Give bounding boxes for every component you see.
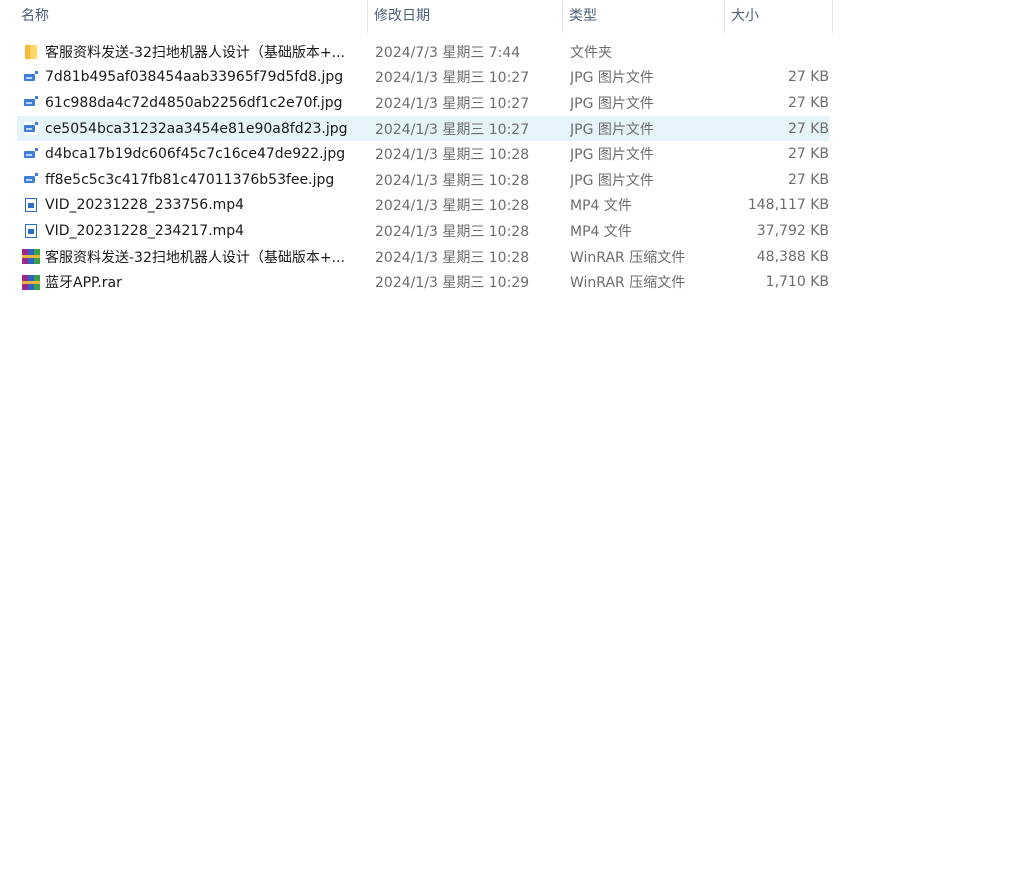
file-type: 文件夹 [570, 44, 612, 61]
file-type: MP4 文件 [570, 223, 632, 240]
file-list: 客服资料发送-32扫地机器人设计（基础版本+... 2024/7/3 星期三 7… [17, 39, 829, 295]
jpg-file-icon [17, 93, 45, 113]
file-type: JPG 图片文件 [570, 172, 654, 189]
file-row[interactable]: VID_20231228_234217.mp4 2024/1/3 星期三 10:… [17, 218, 829, 244]
file-name: ce5054bca31232aa3454e81e90a8fd23.jpg [45, 120, 348, 137]
column-header-type[interactable]: 类型 [563, 0, 725, 33]
file-type: MP4 文件 [570, 198, 632, 215]
column-header-date-label: 修改日期 [374, 8, 430, 24]
file-size: 148,117 KB [747, 197, 829, 214]
rar-file-icon [17, 247, 45, 267]
file-size: 27 KB [787, 171, 829, 188]
file-date: 2024/1/3 星期三 10:28 [375, 198, 530, 215]
column-header-size-label: 大小 [731, 8, 759, 24]
column-header-type-label: 类型 [569, 8, 597, 24]
file-row[interactable]: 61c988da4c72d4850ab2256df1c2e70f.jpg 202… [17, 90, 829, 116]
file-row[interactable]: 7d81b495af038454aab33965f79d5fd8.jpg 202… [17, 65, 829, 91]
jpg-file-icon [17, 144, 45, 164]
file-row[interactable]: VID_20231228_233756.mp4 2024/1/3 星期三 10:… [17, 193, 829, 219]
file-name: 蓝牙APP.rar [45, 275, 122, 292]
file-row[interactable]: ff8e5c5c3c417fb81c47011376b53fee.jpg 202… [17, 167, 829, 193]
sort-arrow-icon: ^ [183, 0, 192, 7]
file-date: 2024/1/3 星期三 10:28 [375, 249, 530, 266]
file-size: 37,792 KB [756, 222, 829, 239]
column-header-size[interactable]: 大小 [725, 0, 833, 33]
file-date: 2024/1/3 星期三 10:27 [375, 95, 530, 112]
file-date: 2024/1/3 星期三 10:28 [375, 147, 530, 164]
file-size: 27 KB [787, 94, 829, 111]
file-type: WinRAR 压缩文件 [570, 249, 686, 266]
column-header-name-label: 名称 [21, 8, 49, 24]
file-name: d4bca17b19dc606f45c7c16ce47de922.jpg [45, 146, 346, 163]
folder-icon [17, 42, 45, 62]
file-date: 2024/1/3 星期三 10:27 [375, 121, 530, 138]
file-name: 客服资料发送-32扫地机器人设计（基础版本+... [45, 249, 345, 266]
file-row[interactable]: 客服资料发送-32扫地机器人设计（基础版本+... 2024/7/3 星期三 7… [17, 39, 829, 65]
file-size: 27 KB [787, 120, 829, 137]
file-date: 2024/1/3 星期三 10:28 [375, 223, 530, 240]
file-type: JPG 图片文件 [570, 70, 654, 87]
jpg-file-icon [17, 170, 45, 190]
file-size: 48,388 KB [756, 248, 829, 265]
file-date: 2024/1/3 星期三 10:28 [375, 172, 530, 189]
file-name: ff8e5c5c3c417fb81c47011376b53fee.jpg [45, 171, 335, 188]
file-size: 1,710 KB [765, 274, 829, 291]
file-date: 2024/1/3 星期三 10:27 [375, 70, 530, 87]
file-row[interactable]: 蓝牙APP.rar 2024/1/3 星期三 10:29 WinRAR 压缩文件… [17, 269, 829, 295]
mp4-file-icon [17, 195, 45, 215]
file-size: 27 KB [787, 146, 829, 163]
file-explorer: ^ 名称 修改日期 类型 大小 客服资料发送-32扫地机器人设计（基础版本+..… [0, 0, 1024, 878]
file-name: 61c988da4c72d4850ab2256df1c2e70f.jpg [45, 94, 343, 111]
column-header-bar: ^ 名称 修改日期 类型 大小 [0, 0, 833, 33]
file-date: 2024/7/3 星期三 7:44 [375, 44, 521, 61]
file-row-selected[interactable]: ce5054bca31232aa3454e81e90a8fd23.jpg 202… [17, 115, 829, 142]
file-row[interactable]: d4bca17b19dc606f45c7c16ce47de922.jpg 202… [17, 141, 829, 167]
file-name: 客服资料发送-32扫地机器人设计（基础版本+... [45, 44, 345, 61]
column-header-name[interactable]: ^ 名称 [0, 0, 368, 33]
file-name: VID_20231228_234217.mp4 [45, 222, 245, 239]
file-type: JPG 图片文件 [570, 95, 654, 112]
rar-file-icon [17, 272, 45, 292]
file-name: 7d81b495af038454aab33965f79d5fd8.jpg [45, 69, 344, 86]
file-name: VID_20231228_233756.mp4 [45, 197, 245, 214]
jpg-file-icon [17, 67, 45, 87]
file-type: JPG 图片文件 [570, 147, 654, 164]
file-size: 27 KB [787, 69, 829, 86]
file-row[interactable]: 客服资料发送-32扫地机器人设计（基础版本+... 2024/1/3 星期三 1… [17, 244, 829, 270]
column-header-date[interactable]: 修改日期 [368, 0, 563, 33]
file-type: JPG 图片文件 [570, 121, 654, 138]
file-date: 2024/1/3 星期三 10:29 [375, 275, 530, 292]
jpg-file-icon [17, 119, 45, 139]
file-type: WinRAR 压缩文件 [570, 275, 686, 292]
mp4-file-icon [17, 221, 45, 241]
